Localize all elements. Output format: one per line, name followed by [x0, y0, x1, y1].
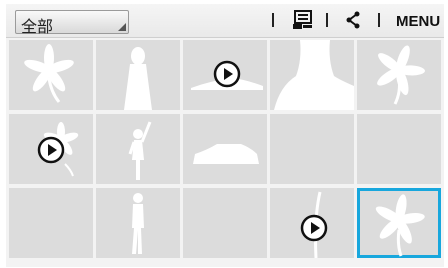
thumbnail-car[interactable]: [183, 114, 267, 184]
thumbnail-flower[interactable]: [9, 40, 93, 110]
thumbnail-landscape[interactable]: [183, 40, 267, 110]
play-icon[interactable]: [300, 214, 328, 242]
top-bar: 全部 MENU: [6, 4, 444, 38]
flower-silhouette: [24, 44, 74, 103]
share-icon[interactable]: [345, 11, 361, 29]
thumbnail-blank[interactable]: [270, 114, 354, 184]
thumbnail-flower-video[interactable]: [9, 114, 93, 184]
person-standing-silhouette: [132, 193, 144, 254]
thumbnail-portrait[interactable]: [270, 40, 354, 110]
car-silhouette: [193, 144, 259, 164]
thumbnail-flower[interactable]: [357, 40, 441, 110]
person-silhouette: [124, 47, 152, 110]
thumbnail-person[interactable]: [96, 188, 180, 258]
portrait-silhouette: [274, 40, 354, 110]
thumbnail-blank[interactable]: [9, 188, 93, 258]
play-icon[interactable]: [37, 136, 65, 164]
thumbnail-blank[interactable]: [357, 114, 441, 184]
dropdown-corner-icon: [118, 23, 126, 31]
separator: [272, 13, 274, 27]
gallery-screen: 全部 MENU: [6, 4, 444, 267]
thumbnail-grid: [6, 38, 444, 267]
play-icon[interactable]: [213, 60, 241, 88]
thumbnail-plant-video[interactable]: [270, 188, 354, 258]
filter-dropdown[interactable]: 全部: [15, 10, 129, 36]
filter-label: 全部: [21, 19, 54, 36]
thumbnail-person[interactable]: [96, 114, 180, 184]
slideshow-icon[interactable]: [293, 10, 313, 30]
menu-button[interactable]: MENU: [396, 13, 440, 30]
flower-silhouette: [375, 194, 425, 257]
thumbnail-person[interactable]: [96, 40, 180, 110]
separator: [378, 13, 380, 27]
thumbnail-flower-selected[interactable]: [357, 188, 441, 258]
flower-silhouette: [377, 45, 425, 105]
person-waving-silhouette: [128, 121, 152, 180]
thumbnail-blank[interactable]: [183, 188, 267, 258]
separator: [326, 13, 328, 27]
